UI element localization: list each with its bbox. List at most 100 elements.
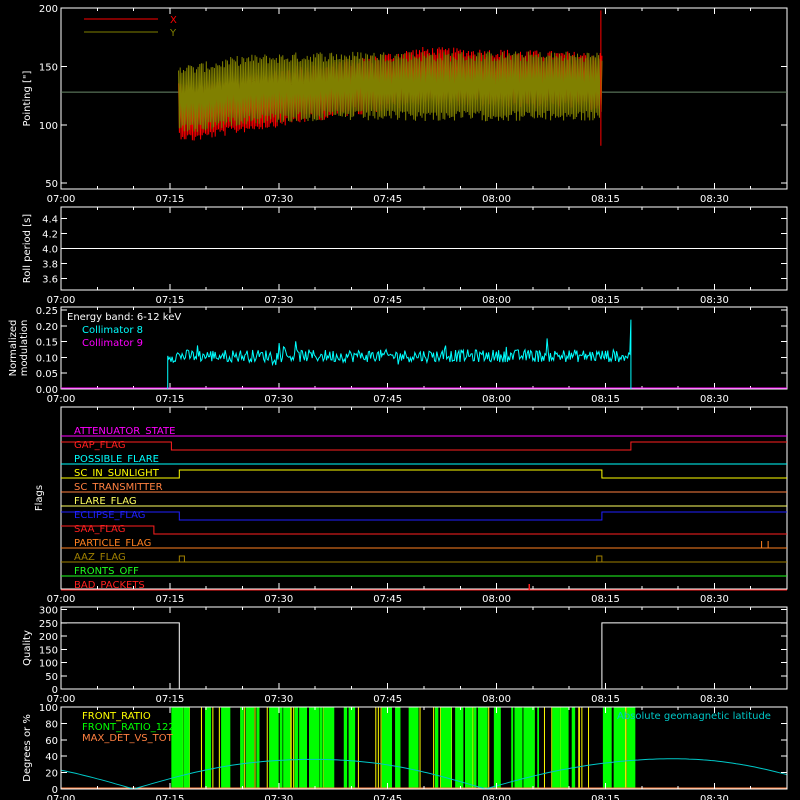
x-tick-label: 08:15 xyxy=(591,394,620,405)
x-tick-label: 07:15 xyxy=(155,194,184,205)
x-tick-label: 07:15 xyxy=(155,394,184,405)
y-tick-label: 100 xyxy=(39,659,58,670)
aaz-pulse xyxy=(178,555,185,562)
front-ratio-122-bar xyxy=(381,707,392,789)
panel-frame xyxy=(60,606,788,690)
x-tick-label: 08:00 xyxy=(482,694,511,705)
x-tick-label: 08:30 xyxy=(700,594,729,605)
x-tick-label: 08:00 xyxy=(482,194,511,205)
front-ratio-122-bar xyxy=(395,707,401,789)
front-ratio-122-bar xyxy=(537,707,540,789)
x-tick-label: 07:30 xyxy=(264,594,293,605)
y-axis-label: Quality xyxy=(22,630,33,666)
y-tick-label: 150 xyxy=(39,62,58,73)
front-ratio-122-bar xyxy=(571,707,576,789)
multi-panel-chart: 07:00 07:15 07:30 07:45 08:00 08:15 08:30 Point… xyxy=(8,4,788,800)
y-tick-label: 80 xyxy=(45,719,58,730)
y-axis-label: Flags xyxy=(34,485,45,511)
flag-line xyxy=(61,469,787,479)
flag-label: SC_IN_SUNLIGHT xyxy=(74,468,160,479)
y-tick-label: 0.05 xyxy=(36,369,58,380)
x-tick-label: 07:45 xyxy=(373,694,402,705)
legend-label: FRONT_RATIO_122 xyxy=(82,722,175,733)
front-ratio-122-bar xyxy=(455,707,464,789)
front-ratio-122-bar xyxy=(319,707,323,789)
flag-line xyxy=(61,441,787,451)
x-tick-label: 08:00 xyxy=(482,594,511,605)
flag-label: PARTICLE_FLAG xyxy=(74,538,151,549)
x-tick-label: 07:00 xyxy=(47,295,76,306)
x-tick-label: 08:30 xyxy=(700,194,729,205)
legend-label: MAX_DET_VS_TOT xyxy=(82,733,174,744)
legend-label: FRONT_RATIO xyxy=(82,711,151,722)
x-tick-label: 07:15 xyxy=(155,295,184,306)
x-tick-label: 08:00 xyxy=(482,794,511,800)
x-tick-label: 07:30 xyxy=(264,295,293,306)
y-tick-label: 3.8 xyxy=(42,260,58,271)
x-tick-label: 07:00 xyxy=(47,594,76,605)
front-ratio-122-bar xyxy=(552,707,560,789)
x-tick-label: 08:15 xyxy=(591,594,620,605)
front-ratio-122-bar xyxy=(408,707,419,789)
y-tick-label: 300 xyxy=(39,606,58,617)
front-ratio-122-bar xyxy=(323,707,335,789)
front-ratio-122-bar xyxy=(269,707,279,789)
y-axis-label: Roll period [s] xyxy=(22,214,33,283)
energy-band-annotation: Energy band: 6-12 keV xyxy=(67,312,181,323)
latitude-panel: 07:00 07:15 07:30 07:45 08:00 08:15 08:30Degre… xyxy=(22,703,788,800)
x-tick-label: 08:00 xyxy=(482,394,511,405)
quality-panel: 07:00 07:15 07:30 07:45 08:00 08:15 08:30Quali… xyxy=(22,606,788,705)
x-tick-label: 07:15 xyxy=(155,594,184,605)
x-tick-label: 08:15 xyxy=(591,794,620,800)
x-tick-label: 08:00 xyxy=(482,295,511,306)
front-ratio-122-bar xyxy=(183,707,190,789)
series-Y-line xyxy=(178,51,603,132)
flag-label: AAZ_FLAG xyxy=(74,552,126,563)
front-ratio-122-bar xyxy=(514,707,523,789)
legend-label: Collimator 8 xyxy=(82,325,143,336)
y-tick-label: 0.10 xyxy=(36,353,58,364)
x-tick-label: 08:30 xyxy=(700,694,729,705)
x-tick-label: 08:15 xyxy=(591,295,620,306)
front-ratio-122-bar xyxy=(348,707,356,789)
flag-label: SAA_FLAG xyxy=(74,524,125,535)
flag-label: BAD_PACKETS xyxy=(74,580,145,591)
y-tick-label: 50 xyxy=(45,179,58,190)
y-tick-label: 200 xyxy=(39,4,58,15)
quality-line xyxy=(61,622,787,690)
front-ratio-122-bar xyxy=(299,707,308,789)
flag-label: GAP_FLAG xyxy=(74,440,126,451)
front-ratio-122-bar xyxy=(221,707,231,789)
x-tick-label: 08:30 xyxy=(700,295,729,306)
x-tick-label: 08:30 xyxy=(700,794,729,800)
x-tick-label: 08:15 xyxy=(591,194,620,205)
flag-label: ECLIPSE_FLAG xyxy=(74,510,145,521)
front-ratio-122-bar xyxy=(493,707,501,789)
flag-label: FLARE_FLAG xyxy=(74,496,137,507)
y-tick-label: 0.25 xyxy=(36,306,58,317)
front-ratio-122-bar xyxy=(256,707,260,789)
x-tick-label: 07:30 xyxy=(264,694,293,705)
legend-label: Absolute geomagnetic latitude xyxy=(617,711,771,722)
front-ratio-122-bar xyxy=(434,707,439,789)
x-tick-label: 07:15 xyxy=(155,794,184,800)
x-tick-label: 07:45 xyxy=(373,394,402,405)
front-ratio-122-bar xyxy=(343,707,348,789)
y-tick-label: 4.2 xyxy=(42,229,58,240)
y-tick-label: 40 xyxy=(45,752,58,763)
legend-label: Y xyxy=(169,28,177,39)
y-tick-label: 150 xyxy=(39,645,58,656)
y-tick-label: 50 xyxy=(45,672,58,683)
front-ratio-122-bar xyxy=(477,707,488,789)
front-ratio-122-bar xyxy=(473,707,477,789)
y-tick-label: 3.6 xyxy=(42,275,58,286)
legend-label: X xyxy=(170,15,177,26)
front-ratio-122-bar xyxy=(464,707,473,789)
flag-line xyxy=(61,525,787,535)
front-ratio-122-bar xyxy=(511,707,514,789)
flag-label: FRONTS_OFF xyxy=(74,566,139,577)
front-ratio-122-bar xyxy=(240,707,244,789)
x-tick-label: 07:30 xyxy=(264,794,293,800)
front-ratio-122-bar xyxy=(245,707,255,789)
y-axis-label: Pointing ["] xyxy=(22,70,33,126)
